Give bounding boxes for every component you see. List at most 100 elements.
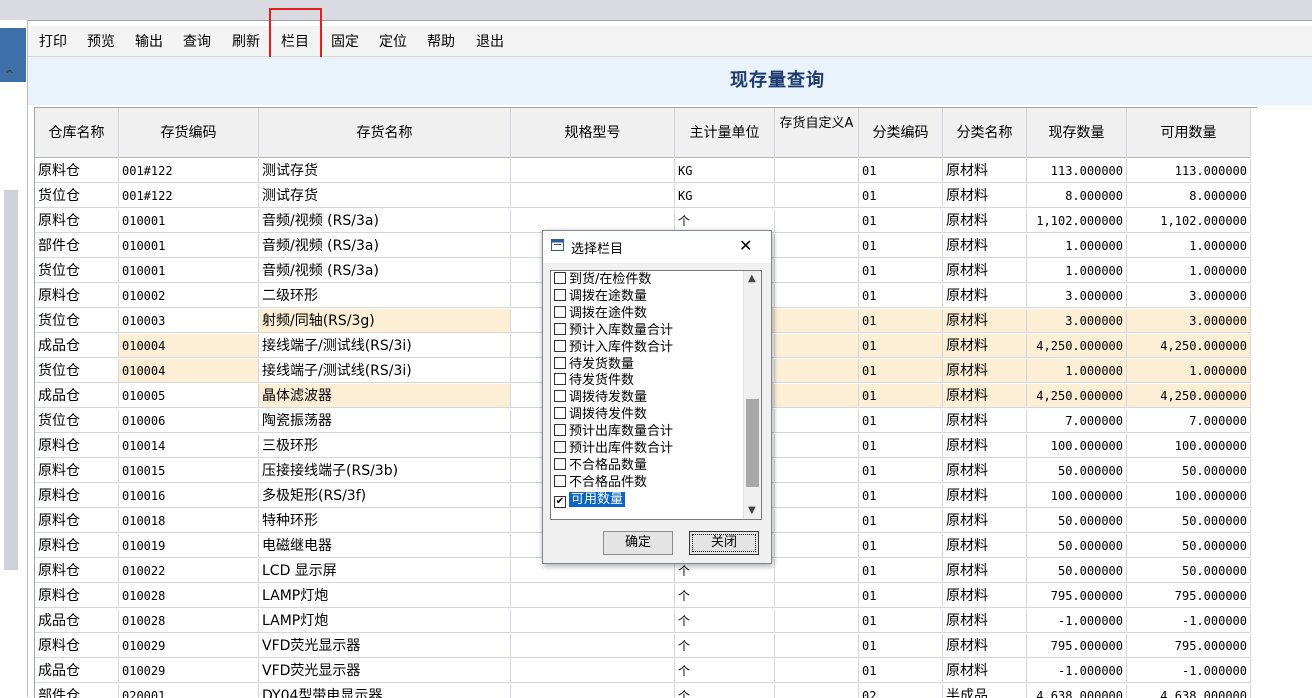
table-row[interactable]: 成品仓 010028 LAMP灯炮个 01 原材料 -1.000000 -1.000000 <box>35 609 1257 634</box>
checkbox[interactable] <box>554 305 566 318</box>
column-list-item[interactable]: 待发货数量 <box>554 356 634 373</box>
column-list-item[interactable]: 调拨在途件数 <box>554 305 647 322</box>
left-scrollbar[interactable] <box>4 190 18 570</box>
toolbar-button[interactable]: 退出 <box>475 32 505 52</box>
column-header[interactable]: 规格型号 <box>511 108 675 158</box>
table-row[interactable]: 原料仓 010029 VFD荧光显示器个 01 原材料 795.000000 795.000… <box>35 634 1257 659</box>
table-cell <box>775 434 859 458</box>
column-list-item[interactable]: 到货/在检件数 <box>554 272 651 288</box>
table-cell: 原材料 <box>943 559 1027 583</box>
column-list-item[interactable]: 调拨待发件数 <box>554 407 647 423</box>
column-header[interactable]: 存货名称 <box>259 108 511 158</box>
column-list-item[interactable]: 预计入库件数合计 <box>554 339 673 356</box>
checkbox[interactable] <box>554 272 566 284</box>
table-cell: 个 <box>675 684 775 698</box>
column-list-item-label: 待发货件数 <box>569 373 635 389</box>
table-cell: 成品仓 <box>35 609 119 633</box>
table-cell: 原材料 <box>943 209 1027 233</box>
scrollbar-thumb[interactable] <box>746 399 759 487</box>
table-cell: 原料仓 <box>35 559 119 583</box>
toolbar-button[interactable]: 刷新 <box>231 32 261 52</box>
checkbox[interactable] <box>554 441 566 453</box>
toolbar-button[interactable]: 定位 <box>378 32 408 52</box>
table-cell: 01 <box>859 509 943 533</box>
table-cell: 3.000000 <box>1027 309 1127 333</box>
column-header[interactable]: 现存数量 <box>1027 108 1127 158</box>
column-header[interactable]: 可用数量 <box>1127 108 1251 158</box>
column-list-item[interactable]: 待发货件数 <box>554 373 634 389</box>
checkbox[interactable] <box>554 390 566 403</box>
table-cell: 1.000000 <box>1027 259 1127 283</box>
column-list-item[interactable]: 不合格品件数 <box>554 474 647 491</box>
table-cell: 成品仓 <box>35 334 119 358</box>
column-header[interactable]: 仓库名称 <box>35 108 119 158</box>
table-cell: 1.000000 <box>1127 359 1251 383</box>
toolbar-button[interactable]: 打印 <box>38 32 68 52</box>
table-cell <box>775 184 859 208</box>
chevron-up-icon[interactable]: ▲ <box>748 273 756 284</box>
table-cell: 50.000000 <box>1127 559 1251 583</box>
checkbox[interactable]: ✔ <box>554 495 566 508</box>
table-cell: 电磁继电器 <box>259 534 511 558</box>
table-cell <box>511 634 675 658</box>
table-cell <box>775 309 859 333</box>
table-cell: 010003 <box>119 309 259 333</box>
checkbox[interactable] <box>554 339 566 352</box>
table-cell: 795.000000 <box>1127 584 1251 608</box>
column-list-item[interactable]: 预计入库数量合计 <box>554 322 673 339</box>
checkbox[interactable] <box>554 474 566 487</box>
toolbar-button[interactable]: 预览 <box>86 32 116 52</box>
close-icon[interactable]: ✕ <box>739 236 752 255</box>
table-row[interactable]: 原料仓 001#122 测试存货 KG 01 原材料 113.000000 113.00000… <box>35 159 1257 184</box>
column-list-item-label: 到货/在检件数 <box>569 272 652 287</box>
table-cell: KG <box>675 184 775 208</box>
checkbox[interactable] <box>554 407 566 420</box>
checkbox[interactable] <box>554 424 566 437</box>
column-list-item[interactable]: 预计出库件数合计 <box>554 441 673 457</box>
table-cell: 50.000000 <box>1127 534 1251 558</box>
table-row[interactable]: 货位仓 001#122 测试存货 KG 01 原材料 8.000000 8.000000 <box>35 184 1257 209</box>
table-cell: 原材料 <box>943 659 1027 683</box>
checkbox[interactable] <box>554 356 566 369</box>
column-list[interactable]: ▲ ▼ 到货/在检件数 调拨在途数量 调拨在途件数 预计入库数量合计 预计入库件数合计待… <box>550 270 762 520</box>
table-cell: 020001 <box>119 684 259 698</box>
table-cell: 795.000000 <box>1027 584 1127 608</box>
table-cell <box>775 534 859 558</box>
column-list-item[interactable]: 预计出库数量合计 <box>554 424 673 440</box>
toolbar-button[interactable]: 帮助 <box>426 32 456 52</box>
checkbox[interactable] <box>554 288 566 301</box>
table-cell: 01 <box>859 184 943 208</box>
ok-button[interactable]: 确定 <box>603 531 673 555</box>
select-columns-dialog: 选择栏目 ✕ ▲ ▼ 到货/在检件数 调拨在途数量 调拨在途件数 预计入库数量合计 预计… <box>542 230 772 564</box>
column-header[interactable]: 存货自定义A <box>775 108 859 158</box>
checkbox[interactable] <box>554 373 566 386</box>
grid-header: 仓库名称 存货编码 存货名称 规格型号 主计量单位 存货自定义A 分类编码 分类名称 现存数量可… <box>35 108 1257 159</box>
toolbar-button[interactable]: 查询 <box>182 32 212 52</box>
checkbox[interactable] <box>554 457 566 470</box>
table-cell: KG <box>675 159 775 183</box>
table-row[interactable]: 原料仓 010028 LAMP灯炮个 01 原材料 795.000000 795.00000… <box>35 584 1257 609</box>
table-cell: 010015 <box>119 459 259 483</box>
table-cell: 50.000000 <box>1027 459 1127 483</box>
table-cell: 1.000000 <box>1027 359 1127 383</box>
column-list-item[interactable]: ✔ 可用数量 <box>554 491 626 508</box>
close-button[interactable]: 关闭 <box>689 531 759 555</box>
column-header[interactable]: 存货编码 <box>119 108 259 158</box>
checkbox[interactable] <box>554 322 566 335</box>
toolbar-button[interactable]: 输出 <box>134 32 164 52</box>
chevron-up-icon[interactable]: ^ <box>5 68 14 81</box>
column-header[interactable]: 主计量单位 <box>675 108 775 158</box>
table-row[interactable]: 部件仓 020001 DY04型带电显示器个 02 半成品 4,638.000000 4,6… <box>35 684 1257 698</box>
table-cell: 010022 <box>119 559 259 583</box>
column-header[interactable]: 分类名称 <box>943 108 1027 158</box>
chevron-down-icon[interactable]: ▼ <box>748 505 756 516</box>
column-header[interactable]: 分类编码 <box>859 108 943 158</box>
table-cell: 个 <box>675 584 775 608</box>
column-list-item[interactable]: 调拨待发数量 <box>554 390 647 406</box>
table-row[interactable]: 成品仓 010029 VFD荧光显示器个 01 原材料 -1.000000 -1.00000… <box>35 659 1257 684</box>
toolbar-button[interactable]: 固定 <box>330 32 360 52</box>
list-scrollbar[interactable]: ▲ ▼ <box>743 271 761 519</box>
table-cell: 001#122 <box>119 159 259 183</box>
column-list-item[interactable]: 调拨在途数量 <box>554 288 647 305</box>
column-list-item[interactable]: 不合格品数量 <box>554 457 647 474</box>
